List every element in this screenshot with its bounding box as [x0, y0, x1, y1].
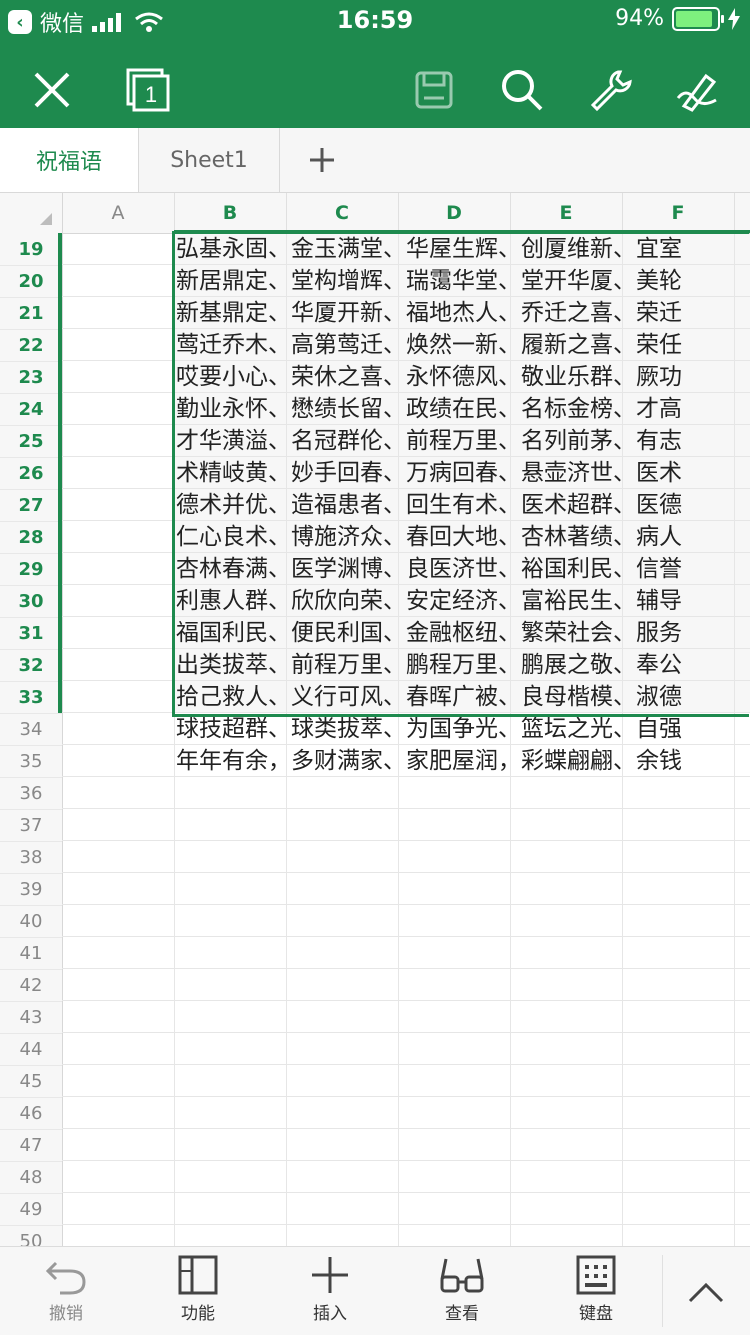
spreadsheet-grid[interactable]: A B C D E F 19 20 21 22 23 24 25 26 27 28 29 30 31 32…	[0, 193, 750, 1246]
plus-icon	[312, 1257, 348, 1293]
column-header-f[interactable]: F	[622, 193, 735, 233]
row-gridline	[62, 1224, 750, 1225]
undo-button[interactable]: 撤销	[16, 1255, 116, 1331]
row-gridline	[62, 968, 750, 969]
row-number[interactable]: 38	[0, 841, 62, 874]
row-number[interactable]: 19	[0, 233, 62, 266]
cell-text[interactable]: 球技超群、球类拔萃、为国争光、篮坛之光、自强	[176, 713, 750, 745]
insert-button[interactable]: 插入	[280, 1255, 380, 1331]
row-number[interactable]: 49	[0, 1193, 62, 1226]
tab-label: Sheet1	[170, 147, 248, 173]
row-number[interactable]: 34	[0, 713, 62, 746]
battery-icon	[672, 6, 724, 31]
row-number[interactable]: 35	[0, 745, 62, 778]
cell-area[interactable]: 弘基永固、金玉满堂、华屋生辉、创厦维新、宜室 新居鼎定、堂构增辉、瑞霭华堂、堂开华…	[62, 231, 750, 1246]
status-bar: ‹ 微信 16:59 94%	[0, 0, 750, 40]
keyboard-icon	[576, 1255, 616, 1295]
row-gridline	[62, 808, 750, 809]
column-header-b[interactable]: B	[174, 193, 287, 233]
app-header: ‹ 微信 16:59 94% 1	[0, 0, 750, 128]
row-gridline	[62, 840, 750, 841]
keyboard-button[interactable]: 键盘	[546, 1255, 646, 1331]
row-number[interactable]: 36	[0, 777, 62, 810]
insert-label: 插入	[313, 1304, 347, 1324]
tab-zhufuyu[interactable]: 祝福语	[0, 128, 139, 192]
row-number[interactable]: 21	[0, 297, 62, 330]
row-number[interactable]: 26	[0, 457, 62, 490]
window-count-icon[interactable]: 1	[120, 62, 176, 118]
row-gridline	[62, 904, 750, 905]
row-number[interactable]: 47	[0, 1129, 62, 1162]
column-header-d[interactable]: D	[398, 193, 511, 233]
row-number[interactable]: 31	[0, 617, 62, 650]
row-number[interactable]: 45	[0, 1065, 62, 1098]
row-gridline	[62, 1192, 750, 1193]
row-number[interactable]: 48	[0, 1161, 62, 1194]
row-number[interactable]: 29	[0, 553, 62, 586]
add-sheet-button[interactable]	[280, 128, 364, 192]
row-gridline	[62, 872, 750, 873]
toolbar: 1	[0, 46, 750, 126]
row-number[interactable]: 32	[0, 649, 62, 682]
panel-icon	[178, 1255, 218, 1295]
row-number[interactable]: 25	[0, 425, 62, 458]
row-number[interactable]: 39	[0, 873, 62, 906]
search-icon[interactable]	[494, 62, 550, 118]
bottom-toolbar: 撤销 功能 插入 查看 键盘	[0, 1246, 750, 1335]
expand-button[interactable]	[656, 1255, 750, 1331]
row-number[interactable]: 50	[0, 1225, 62, 1247]
row-number[interactable]: 22	[0, 329, 62, 362]
row-number[interactable]: 30	[0, 585, 62, 618]
row-number[interactable]: 24	[0, 393, 62, 426]
cell-text[interactable]: 年年有余，多财满家、家肥屋润，彩蝶翩翩、余钱	[176, 745, 750, 777]
row-gridline	[62, 936, 750, 937]
row-number[interactable]: 23	[0, 361, 62, 394]
row-gridline	[62, 1032, 750, 1033]
row-number[interactable]: 40	[0, 905, 62, 938]
row-number[interactable]: 37	[0, 809, 62, 842]
undo-icon	[46, 1261, 86, 1295]
row-number[interactable]: 42	[0, 969, 62, 1002]
row-gridline	[62, 1128, 750, 1129]
keyboard-label: 键盘	[579, 1304, 613, 1324]
row-number[interactable]: 20	[0, 265, 62, 298]
function-label: 功能	[181, 1304, 215, 1324]
column-header: A B C D E F	[0, 193, 750, 234]
column-header-a[interactable]: A	[62, 193, 175, 233]
row-gridline	[62, 1000, 750, 1001]
selection-border	[172, 231, 749, 717]
row-gridline	[62, 1160, 750, 1161]
undo-label: 撤销	[49, 1304, 83, 1324]
glasses-icon	[440, 1258, 484, 1293]
row-number[interactable]: 33	[0, 681, 62, 714]
row-number[interactable]: 44	[0, 1033, 62, 1066]
close-icon[interactable]	[24, 62, 80, 118]
row-gridline	[62, 1096, 750, 1097]
column-header-e[interactable]: E	[510, 193, 623, 233]
row-number[interactable]: 43	[0, 1001, 62, 1034]
pen-icon[interactable]	[672, 62, 728, 118]
view-button[interactable]: 查看	[412, 1255, 512, 1331]
wrench-icon[interactable]	[582, 62, 638, 118]
function-button[interactable]: 功能	[148, 1255, 248, 1331]
chevron-up-icon	[688, 1282, 724, 1303]
window-count: 1	[145, 82, 157, 107]
row-gridline	[62, 1064, 750, 1065]
row-number[interactable]: 46	[0, 1097, 62, 1130]
save-icon[interactable]	[406, 62, 462, 118]
row-number[interactable]: 28	[0, 521, 62, 554]
select-all-corner[interactable]	[0, 193, 63, 233]
plus-icon	[310, 148, 334, 172]
row-number[interactable]: 41	[0, 937, 62, 970]
tab-label: 祝福语	[35, 150, 102, 175]
sheet-tabs: 祝福语 Sheet1	[0, 128, 750, 193]
row-header: 19 20 21 22 23 24 25 26 27 28 29 30 31 32 33 34 35 36 37 38…	[0, 233, 63, 1246]
battery-percent: 94%	[615, 6, 664, 31]
charging-icon	[728, 7, 740, 30]
column-header-c[interactable]: C	[286, 193, 399, 233]
view-label: 查看	[445, 1304, 479, 1324]
tab-sheet1[interactable]: Sheet1	[139, 128, 280, 192]
row-number[interactable]: 27	[0, 489, 62, 522]
